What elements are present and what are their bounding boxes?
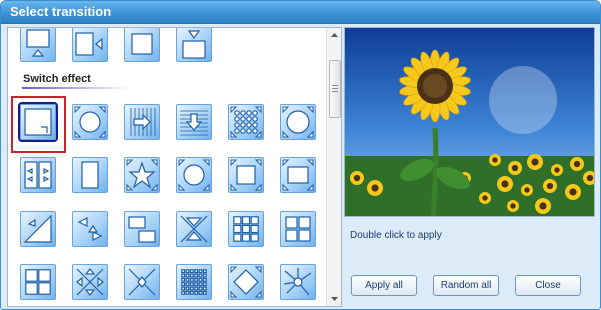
slide-up-icon <box>26 29 50 57</box>
transition-grid: Switch effect <box>8 28 326 306</box>
sunflower-preview-icon <box>345 28 594 216</box>
star-icon <box>126 159 158 191</box>
field-sunflower-center <box>510 203 516 209</box>
x-split-icon <box>128 268 156 296</box>
transition-list-panel: Switch effect <box>7 27 342 307</box>
section-title: Switch effect <box>23 73 91 85</box>
field-sunflower-center <box>569 188 577 196</box>
hstripes-arrow-icon <box>180 110 208 136</box>
switch-effect-tile-5-4[interactable] <box>176 264 212 300</box>
field-sunflower-center <box>501 180 509 188</box>
switch-effect-tile-4-5[interactable] <box>228 211 264 247</box>
transition-tile-1-1[interactable] <box>20 28 56 62</box>
field-sunflower-center <box>511 164 519 172</box>
switch-effect-tile-2-4[interactable] <box>176 104 212 140</box>
slab-icon <box>81 161 99 189</box>
switch-effect-tile-5-1[interactable] <box>20 264 56 300</box>
field-sunflower-center <box>546 182 554 190</box>
diamond-icon <box>230 266 262 298</box>
slide-left-icon <box>75 32 103 56</box>
doors-icon <box>24 161 52 189</box>
field-sunflower-center <box>524 187 530 193</box>
switch-effect-tile-4-6[interactable] <box>280 211 316 247</box>
circle-arrows-icon <box>178 159 210 191</box>
switch-effect-tile-2-2[interactable] <box>72 104 108 140</box>
switch-effect-tile-3-4[interactable] <box>176 157 212 193</box>
switch-effect-tile-3-2[interactable] <box>72 157 108 193</box>
field-sunflower-center <box>353 174 361 182</box>
switch-effect-tile-5-2[interactable] <box>72 264 108 300</box>
switch-effect-tile-5-3[interactable] <box>124 264 160 300</box>
select-transition-dialog: Select transition Switch effect Double c… <box>0 0 601 310</box>
vertical-scrollbar[interactable] <box>326 28 341 306</box>
switch-effect-tile-4-1[interactable] <box>20 211 56 247</box>
square-arrows-icon <box>230 159 262 191</box>
dialog-title: Select transition <box>10 4 112 19</box>
circle-corners-icon <box>74 106 106 138</box>
diagonal-icon <box>23 214 52 243</box>
transition-tile-1-4[interactable] <box>176 28 212 62</box>
shatter-icon <box>283 268 312 296</box>
close-button[interactable]: Close <box>515 275 581 296</box>
switch-effect-tile-3-1[interactable] <box>20 157 56 193</box>
slide-down-icon <box>182 30 206 59</box>
field-sunflower-center <box>554 167 560 173</box>
random-all-button[interactable]: Random all <box>433 275 499 296</box>
switch-effect-tile-4-2[interactable] <box>72 211 108 247</box>
transition-preview-image <box>344 27 595 217</box>
transition-tile-1-3[interactable] <box>124 28 160 62</box>
section-title-underline <box>22 87 130 89</box>
switch-effect-tile-2-5[interactable] <box>228 104 264 140</box>
field-sunflower-center <box>371 184 379 192</box>
apply-hint-text: Double click to apply <box>350 230 442 241</box>
switch-effect-tile-4-3[interactable] <box>124 211 160 247</box>
field-sunflower-center <box>586 174 594 182</box>
field-sunflower-center <box>531 158 539 166</box>
apply-all-button[interactable]: Apply all <box>351 275 417 296</box>
field-sunflower-center <box>482 195 488 201</box>
switch-effect-tile-5-6[interactable] <box>280 264 316 300</box>
grid6-icon <box>181 269 207 295</box>
scroll-down-arrow-icon[interactable] <box>329 294 340 304</box>
scroll-up-arrow-icon[interactable] <box>329 30 340 40</box>
switch-effect-tile-5-5[interactable] <box>228 264 264 300</box>
grid2b-icon <box>285 216 311 242</box>
square-arrows2-icon <box>282 159 314 191</box>
stripes-arrow-icon <box>130 108 156 136</box>
four-arrows-icon <box>76 268 104 296</box>
grid2-icon <box>25 269 51 295</box>
grid3-icon <box>233 216 259 242</box>
square-big-icon <box>24 108 52 136</box>
field-sunflower-center <box>539 202 547 210</box>
switch-effect-tile-2-6[interactable] <box>280 104 316 140</box>
switch-effect-tile-2-1[interactable] <box>20 104 56 140</box>
dot-grid-icon <box>230 106 262 138</box>
x-cross-icon <box>180 215 208 243</box>
ring-icon <box>282 106 314 138</box>
two-panels-icon <box>128 216 156 243</box>
switch-effect-tile-4-4[interactable] <box>176 211 212 247</box>
switch-effect-tile-3-5[interactable] <box>228 157 264 193</box>
switch-effect-tile-3-6[interactable] <box>280 157 316 193</box>
two-arrows-icon <box>77 217 103 241</box>
scrollbar-thumb[interactable] <box>329 60 341 118</box>
switch-effect-tile-3-3[interactable] <box>124 157 160 193</box>
square-icon <box>131 33 153 55</box>
scrollbar-grip-icon <box>332 85 338 92</box>
title-bar: Select transition <box>1 1 600 24</box>
field-sunflower-center <box>573 160 581 168</box>
switch-effect-tile-2-3[interactable] <box>124 104 160 140</box>
field-sunflower-center <box>492 157 498 163</box>
transition-tile-1-2[interactable] <box>72 28 108 62</box>
